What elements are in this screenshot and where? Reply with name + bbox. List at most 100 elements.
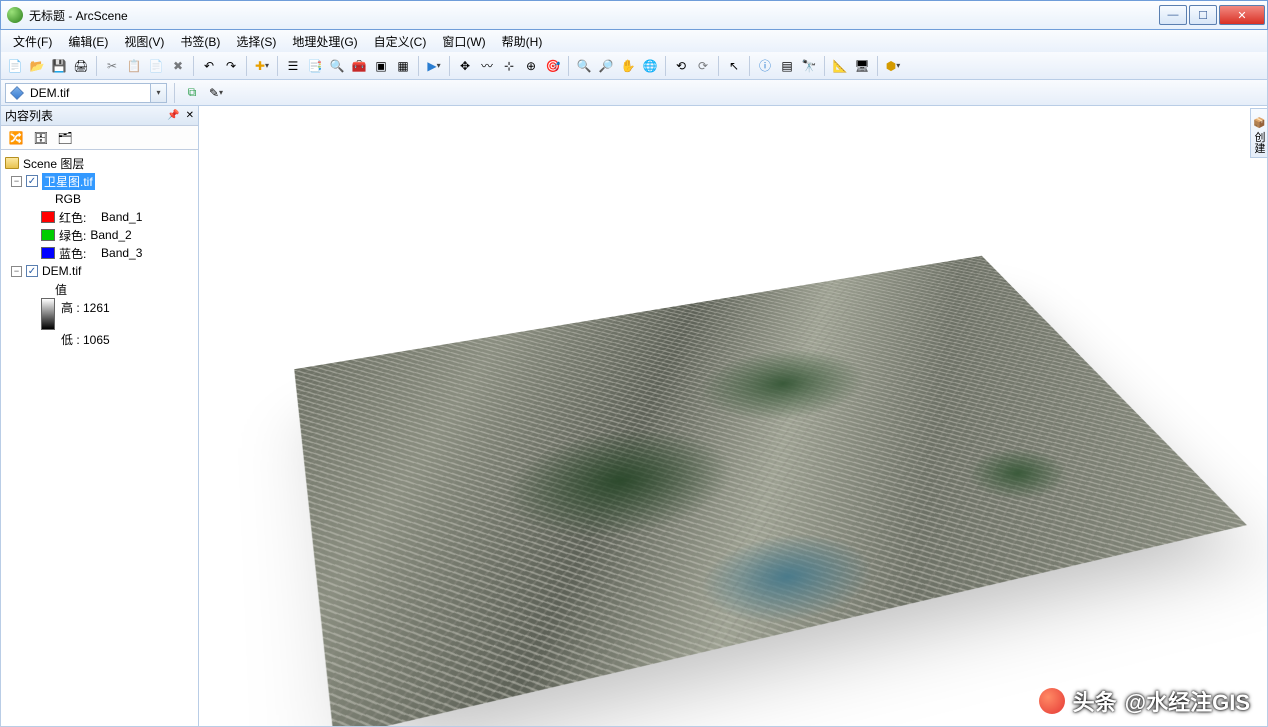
target-button[interactable]: ⊕	[521, 56, 541, 76]
band-red-row: 红色: Band_1	[5, 208, 198, 226]
red-band: Band_1	[101, 210, 142, 224]
undo-button[interactable]: ↶	[199, 56, 219, 76]
menu-edit[interactable]: 编辑(E)	[62, 31, 114, 52]
dem-val-row: 值	[5, 280, 198, 298]
rotate2-button[interactable]: ⟳	[693, 56, 713, 76]
green-label: 绿色:	[59, 227, 86, 244]
viewer-button[interactable]: 🖥	[852, 56, 872, 76]
create-label: 创建	[1253, 132, 1265, 154]
red-swatch	[41, 211, 55, 223]
attributes-button[interactable]: ▤	[777, 56, 797, 76]
list-by-source-button[interactable]: 🗄	[31, 128, 51, 148]
gradient-swatch	[41, 298, 55, 330]
blue-band: Band_3	[101, 246, 142, 260]
collapse-icon[interactable]: −	[11, 176, 22, 187]
dem-low-row: 低 : 1065	[61, 330, 110, 348]
animation-button[interactable]: ▶▾	[424, 56, 444, 76]
layer-sat-label: 卫星图.tif	[42, 173, 95, 190]
rgb-label-row: RGB	[5, 190, 198, 208]
layer-sat[interactable]: − ✓ 卫星图.tif	[5, 172, 198, 190]
toc-close-icon[interactable]: ✕	[186, 110, 194, 121]
copy-button[interactable]: 📋	[124, 56, 144, 76]
pan-button[interactable]: ✋	[618, 56, 638, 76]
combo-dropdown-icon[interactable]: ▾	[150, 84, 166, 102]
select-button[interactable]: ↖	[724, 56, 744, 76]
root-label: Scene 图层	[23, 155, 84, 172]
title-bar: 无标题 - ArcScene — ☐ ✕	[0, 0, 1268, 30]
band-blue-row: 蓝色: Band_3	[5, 244, 198, 262]
close-button[interactable]: ✕	[1219, 5, 1265, 25]
menu-geoprocessing[interactable]: 地理处理(G)	[286, 31, 363, 52]
layer-toolbar: DEM.tif ▾ ⧉ ✎▾	[0, 80, 1268, 106]
rotate-button[interactable]: ⟲	[671, 56, 691, 76]
measure-button[interactable]: 📐	[830, 56, 850, 76]
save-button[interactable]: 💾	[49, 56, 69, 76]
watermark-prefix: 头条	[1073, 685, 1117, 717]
maximize-button[interactable]: ☐	[1189, 5, 1217, 25]
menu-help[interactable]: 帮助(H)	[496, 31, 549, 52]
add-data-button[interactable]: ✚▾	[252, 56, 272, 76]
green-swatch	[41, 229, 55, 241]
list-by-drawing-button[interactable]: 🔀	[5, 128, 27, 148]
folder-icon	[5, 157, 19, 169]
redo-button[interactable]: ↷	[221, 56, 241, 76]
tool1-button[interactable]: ✎▾	[206, 83, 226, 103]
dem-label: DEM.tif	[42, 264, 81, 278]
rgb-label: RGB	[55, 192, 81, 206]
zoom-in-button[interactable]: 🔍	[574, 56, 594, 76]
dem-high: 高 : 1261	[61, 299, 110, 316]
list-by-selection-button[interactable]: 🗂	[55, 128, 75, 148]
menu-customize[interactable]: 自定义(C)	[368, 31, 433, 52]
terrain-surface	[294, 256, 1247, 726]
toc-tree: Scene 图层 − ✓ 卫星图.tif RGB 红色: Band_1 绿色: …	[1, 150, 198, 726]
scene-viewport[interactable]	[199, 106, 1267, 726]
menu-view[interactable]: 视图(V)	[118, 31, 170, 52]
paste-button[interactable]: 📄	[146, 56, 166, 76]
layer-combo[interactable]: DEM.tif ▾	[5, 83, 167, 103]
window-title: 无标题 - ArcScene	[29, 7, 1159, 24]
center-button[interactable]: ⊹	[499, 56, 519, 76]
create-panel-tab[interactable]: 📦 创建	[1250, 108, 1268, 158]
new-button[interactable]: 📄	[5, 56, 25, 76]
watermark-handle: @水经注GIS	[1125, 685, 1250, 717]
source-button[interactable]: ⧉	[182, 83, 202, 103]
print-button[interactable]: 🖨	[71, 56, 91, 76]
toc-title: 内容列表	[5, 107, 53, 124]
scene-root[interactable]: Scene 图层	[5, 154, 198, 172]
cut-button[interactable]: ✂	[102, 56, 122, 76]
layer-checkbox[interactable]: ✓	[26, 175, 38, 187]
3d-button[interactable]: ⬢▾	[883, 56, 903, 76]
fly-button[interactable]: 〰	[477, 56, 497, 76]
main-toolbar: 📄 📂 💾 🖨 ✂ 📋 📄 ✖ ↶ ↷ ✚▾ ☰ 📑 🔍 🧰 ▣ ▦ ▶▾ ✥ …	[0, 52, 1268, 80]
search-tool-button[interactable]: 🔍	[327, 56, 347, 76]
navigate-button[interactable]: ✥	[455, 56, 475, 76]
identify-button[interactable]: ⓘ	[755, 56, 775, 76]
minimize-button[interactable]: —	[1159, 5, 1187, 25]
layer-icon	[10, 86, 24, 100]
band-green-row: 绿色: Band_2	[5, 226, 198, 244]
catalog-button[interactable]: 📑	[305, 56, 325, 76]
toc-button[interactable]: ☰	[283, 56, 303, 76]
zoom-out-button[interactable]: 🔎	[596, 56, 616, 76]
find-button[interactable]: 🔭	[799, 56, 819, 76]
layer-dem[interactable]: − ✓ DEM.tif	[5, 262, 198, 280]
menu-selection[interactable]: 选择(S)	[230, 31, 282, 52]
menu-file[interactable]: 文件(F)	[7, 31, 58, 52]
pin-icon[interactable]: 📌	[167, 110, 179, 121]
menu-bookmarks[interactable]: 书签(B)	[174, 31, 226, 52]
green-band: Band_2	[90, 228, 131, 242]
blue-label: 蓝色:	[59, 245, 86, 262]
menu-window[interactable]: 窗口(W)	[436, 31, 491, 52]
full-extent-button[interactable]: 🌐	[640, 56, 660, 76]
collapse-icon-2[interactable]: −	[11, 266, 22, 277]
toolbox-button[interactable]: 🧰	[349, 56, 369, 76]
dem-low: 低 : 1065	[61, 331, 110, 348]
dem-checkbox[interactable]: ✓	[26, 265, 38, 277]
python-button[interactable]: ▣	[371, 56, 391, 76]
zoom-target-button[interactable]: 🎯	[543, 56, 563, 76]
dem-val-label: 值	[55, 281, 67, 298]
open-button[interactable]: 📂	[27, 56, 47, 76]
menu-bar: 文件(F) 编辑(E) 视图(V) 书签(B) 选择(S) 地理处理(G) 自定…	[0, 30, 1268, 52]
delete-button[interactable]: ✖	[168, 56, 188, 76]
model-button[interactable]: ▦	[393, 56, 413, 76]
